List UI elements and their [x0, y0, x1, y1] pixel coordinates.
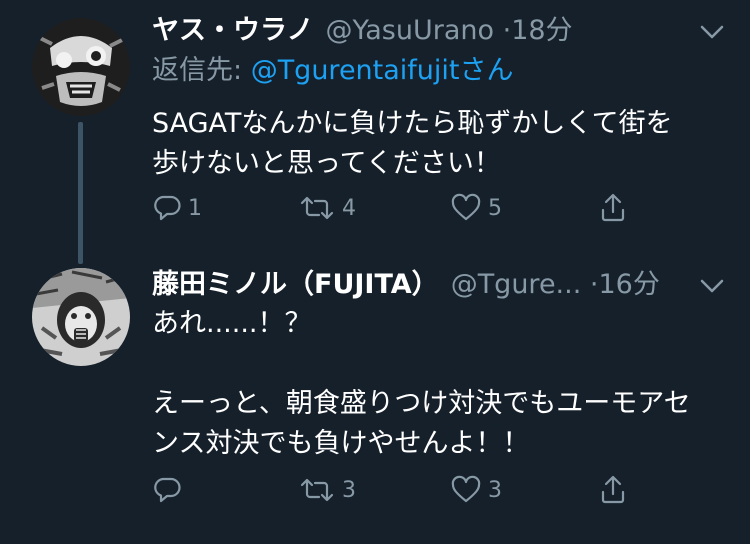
separator-dot: ·: [502, 15, 512, 46]
reply-icon: [152, 193, 182, 223]
tweet-text: SAGATなんかに負けたら恥ずかしくて街を 歩けないと思ってください！: [152, 104, 722, 184]
reply-button[interactable]: 1: [152, 188, 202, 228]
avatar[interactable]: [32, 18, 130, 116]
reply-mention-link[interactable]: @Tgurentaifujit: [251, 55, 460, 86]
like-count: 5: [488, 195, 502, 221]
tweet-text-line: えーっと、朝食盛りつけ対決でもユーモアセ: [152, 388, 691, 419]
tweet-header: 藤田ミノル（FUJITA） @Tgure... ·16分: [152, 268, 660, 302]
action-bar: 3 3: [152, 470, 652, 510]
like-count: 3: [488, 477, 502, 503]
tweet-text-line: [152, 344, 722, 384]
tweet-text-line: 歩けないと思ってください！: [152, 148, 501, 179]
like-button[interactable]: 3: [450, 470, 502, 510]
author-handle[interactable]: @YasuUrano: [325, 15, 494, 46]
share-icon: [598, 474, 628, 506]
thread-line: [78, 122, 83, 264]
heart-icon: [450, 193, 482, 223]
avatar[interactable]: [32, 268, 130, 366]
reply-to-line: 返信先: @Tgurentaifujitさん: [152, 54, 514, 88]
author-name[interactable]: 藤田ミノル（FUJITA）: [152, 269, 439, 300]
separator-dot: ·: [589, 269, 599, 300]
tweet[interactable]: ヤス・ウラノ @YasuUrano ·18分 返信先: @Tgurentaifuj…: [0, 0, 750, 264]
retweet-count: 3: [342, 477, 356, 503]
author-name[interactable]: ヤス・ウラノ: [152, 15, 313, 46]
tweet[interactable]: 藤田ミノル（FUJITA） @Tgure... ·16分 あれ......！？ え…: [0, 258, 750, 544]
retweet-button[interactable]: 4: [298, 188, 356, 228]
tweet-time[interactable]: 18分: [511, 15, 572, 46]
chevron-down-icon[interactable]: [700, 24, 724, 40]
reply-count: 1: [188, 195, 202, 221]
tweet-text-line: ンス対決でも負けやせんよ！！: [152, 428, 530, 459]
tweet-text-line: SAGATなんかに負けたら恥ずかしくて街を: [152, 108, 673, 139]
retweet-count: 4: [342, 195, 356, 221]
retweet-icon: [298, 193, 336, 223]
reply-to-prefix: 返信先:: [152, 55, 251, 86]
like-button[interactable]: 5: [450, 188, 502, 228]
tweet-text-line: あれ......！？: [152, 308, 312, 339]
author-handle[interactable]: @Tgure...: [451, 269, 582, 300]
share-icon: [598, 192, 628, 224]
chevron-down-icon[interactable]: [700, 278, 724, 294]
reply-icon: [152, 475, 182, 505]
share-button[interactable]: [598, 188, 628, 228]
share-button[interactable]: [598, 470, 628, 510]
retweet-icon: [298, 475, 336, 505]
action-bar: 1 4 5: [152, 188, 652, 228]
tweet-time[interactable]: 16分: [599, 269, 660, 300]
retweet-button[interactable]: 3: [298, 470, 356, 510]
tweet-header: ヤス・ウラノ @YasuUrano ·18分: [152, 14, 573, 48]
heart-icon: [450, 475, 482, 505]
reply-to-suffix: さん: [459, 55, 514, 86]
reply-button[interactable]: [152, 470, 188, 510]
tweet-text: あれ......！？ えーっと、朝食盛りつけ対決でもユーモアセ ンス対決でも負け…: [152, 304, 722, 464]
